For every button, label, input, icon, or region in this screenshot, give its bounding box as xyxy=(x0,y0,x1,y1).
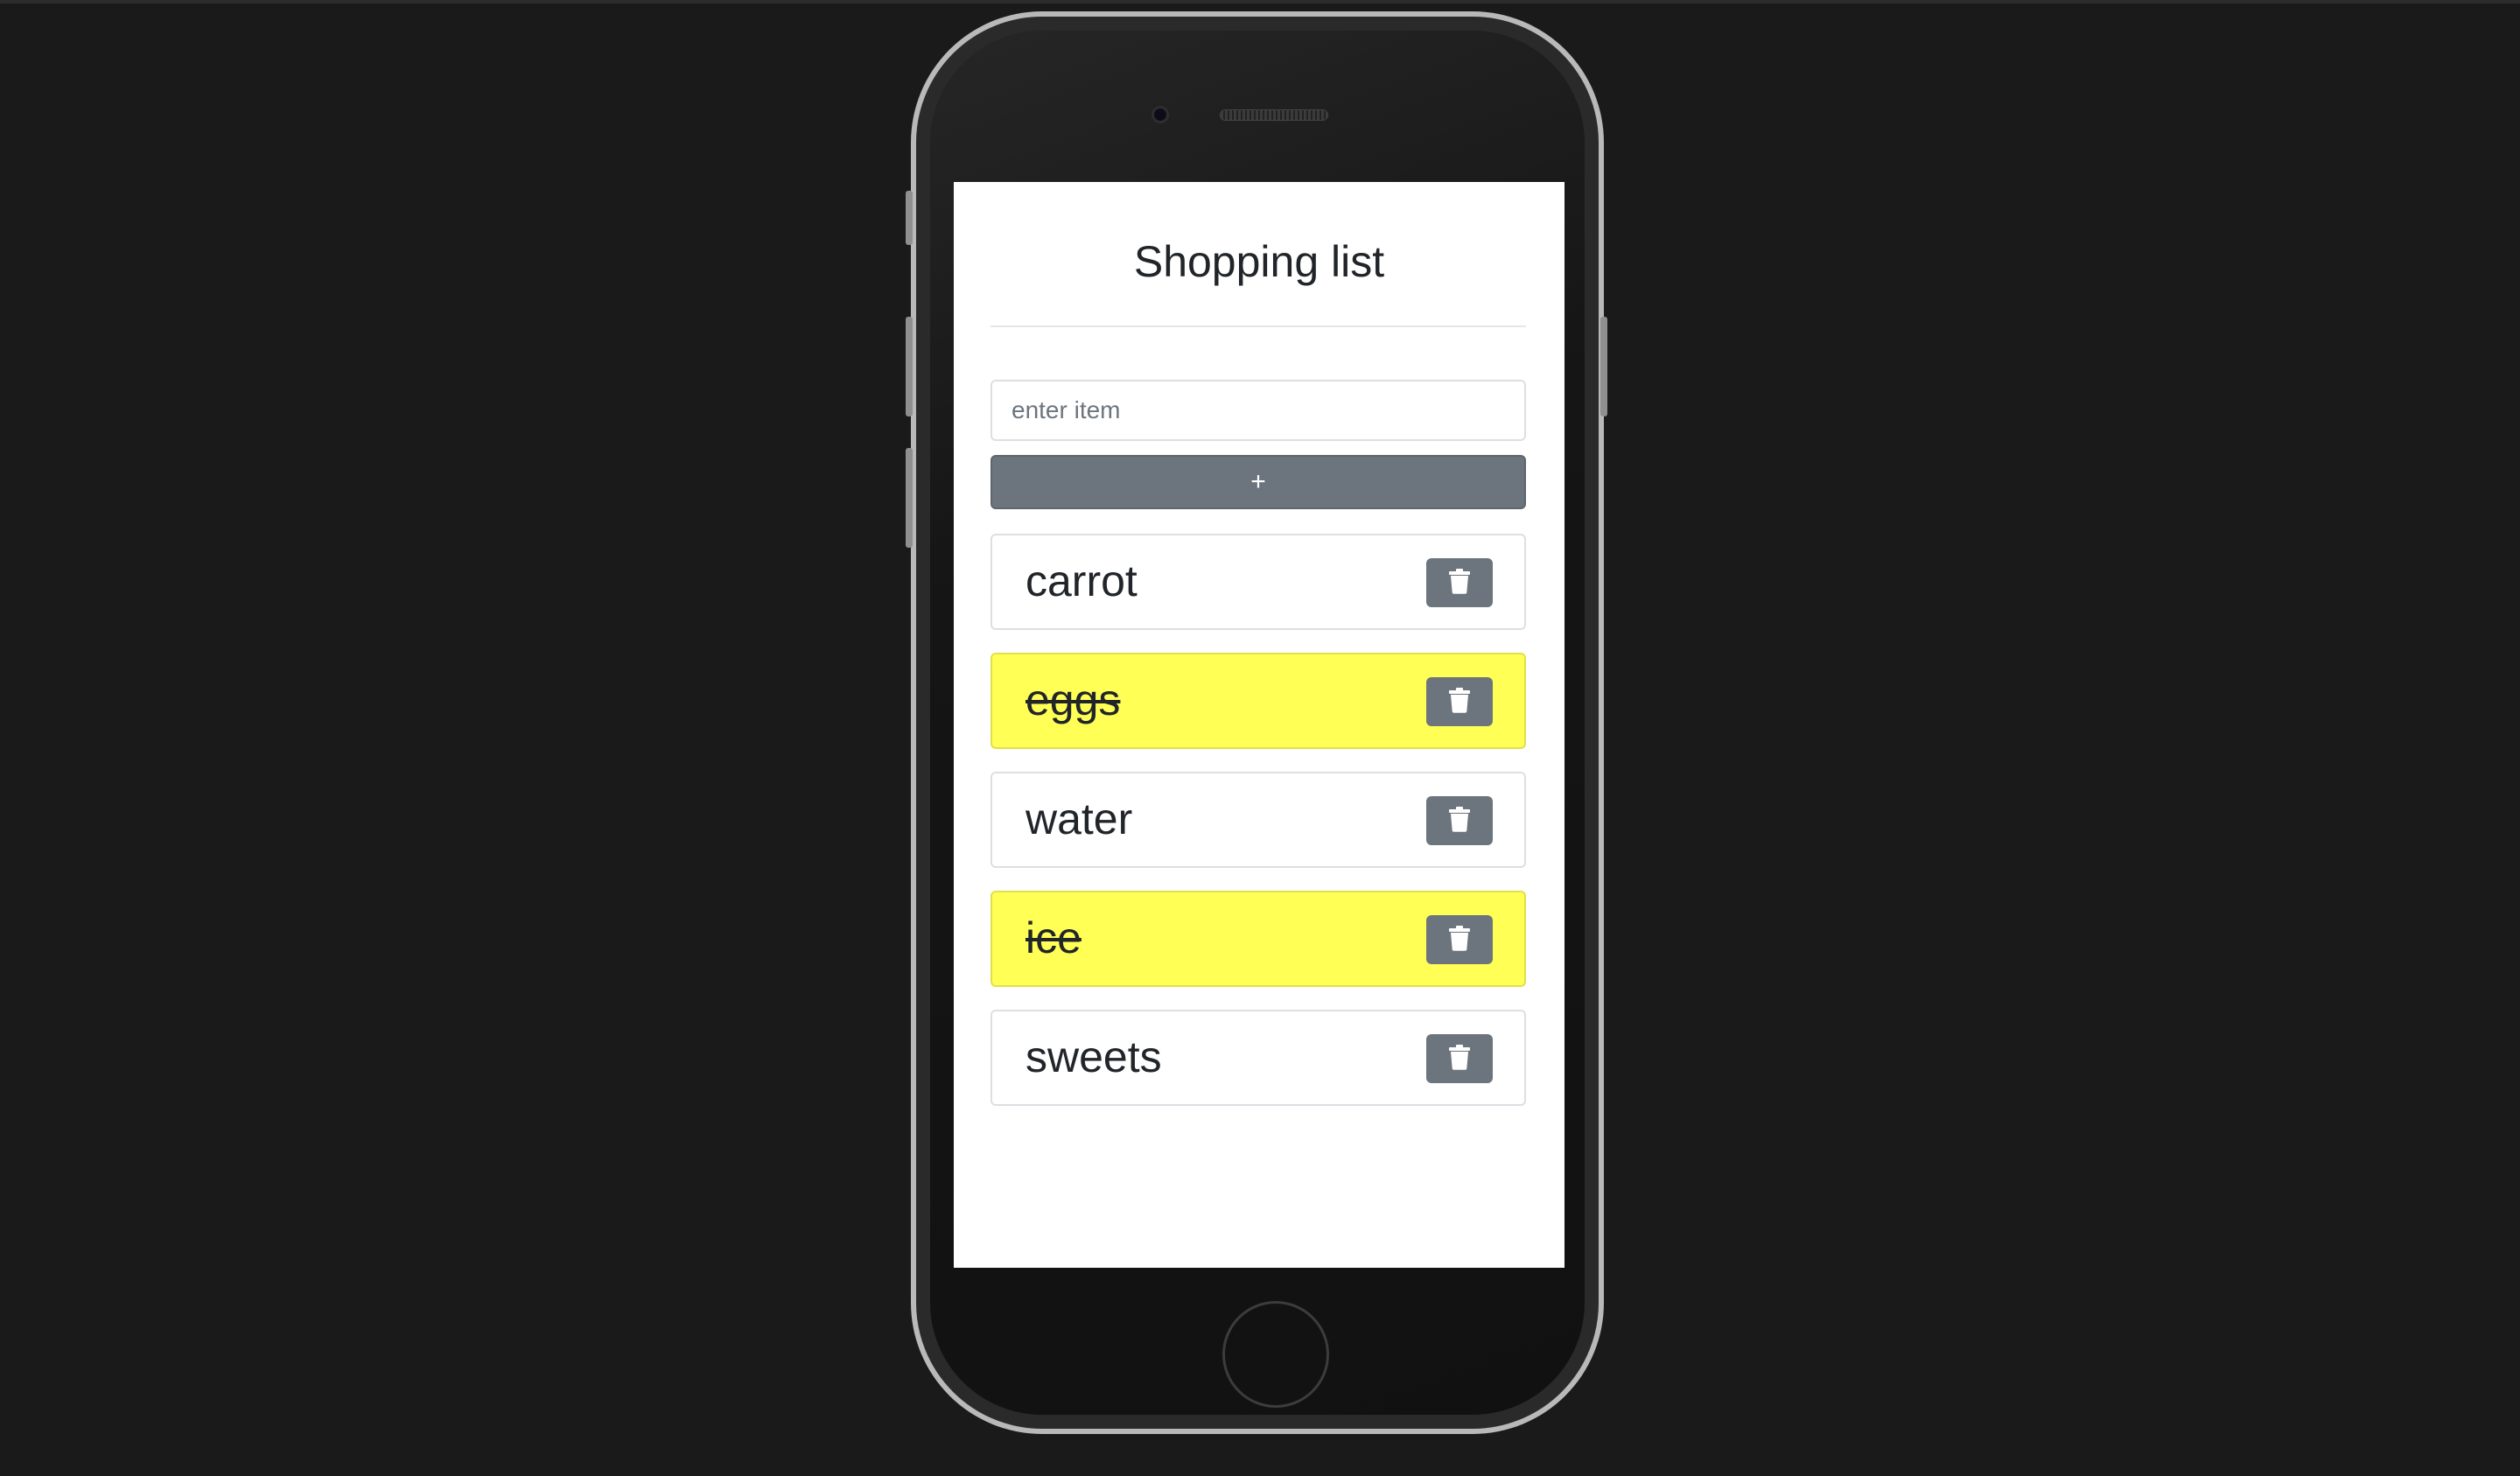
title-divider xyxy=(990,325,1526,327)
trash-icon xyxy=(1448,1044,1471,1074)
power-button xyxy=(1600,317,1607,416)
home-button[interactable] xyxy=(1222,1301,1329,1408)
trash-icon xyxy=(1448,568,1471,598)
volume-down-button xyxy=(906,448,913,548)
list-item-sweets[interactable]: sweets xyxy=(990,1010,1526,1106)
delete-eggs-button[interactable] xyxy=(1426,677,1493,726)
delete-ice-button[interactable] xyxy=(1426,915,1493,964)
add-button-label: + xyxy=(1250,467,1266,496)
list-item-label: sweets xyxy=(1026,1032,1162,1081)
list-item-carrot[interactable]: carrot xyxy=(990,534,1526,630)
list-item-label: ice xyxy=(1026,913,1082,962)
delete-carrot-button[interactable] xyxy=(1426,558,1493,607)
delete-sweets-button[interactable] xyxy=(1426,1034,1493,1083)
list-item-label: eggs xyxy=(1026,675,1121,724)
trash-icon xyxy=(1448,806,1471,836)
window-top-strip xyxy=(0,0,2520,3)
list-item-label: carrot xyxy=(1026,556,1138,605)
front-camera xyxy=(1152,106,1169,123)
volume-up-button xyxy=(906,317,913,416)
trash-icon xyxy=(1448,687,1471,717)
mute-switch xyxy=(906,191,913,245)
trash-icon xyxy=(1448,925,1471,955)
list-item-eggs[interactable]: eggs xyxy=(990,653,1526,749)
item-input[interactable] xyxy=(990,380,1526,441)
add-item-button[interactable]: + xyxy=(990,455,1526,509)
list-item-ice[interactable]: ice xyxy=(990,891,1526,987)
delete-water-button[interactable] xyxy=(1426,796,1493,845)
page-title: Shopping list xyxy=(1133,237,1385,286)
earpiece-speaker xyxy=(1220,109,1328,121)
list-item-water[interactable]: water xyxy=(990,772,1526,868)
list-item-label: water xyxy=(1026,794,1133,843)
phone-screen: Shopping list + carrot eggs xyxy=(954,182,1564,1268)
